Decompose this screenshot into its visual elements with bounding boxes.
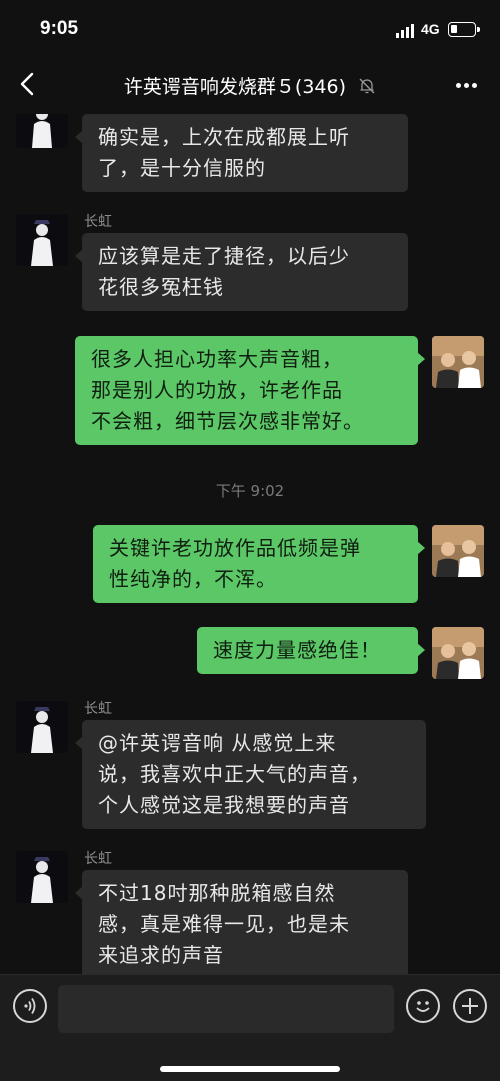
home-indicator[interactable] [160,1066,340,1072]
network-label: 4G [421,21,440,37]
message-text-line: 了，是十分信服的 [98,156,266,180]
message-timestamp: 下午 9:02 [215,482,285,500]
mute-bell-icon [359,78,375,94]
message-text-line: @许英谔音响 从感觉上来 [98,731,337,755]
my-avatar[interactable] [432,336,484,388]
more-button[interactable] [448,70,484,100]
sender-name: 长虹 [84,214,112,230]
sender-name: 长虹 [84,851,112,867]
status-time: 9:05 [40,18,79,39]
message-list[interactable]: 确实是，上次在成都展上听 了，是十分信服的 长虹 应该算是走了捷径，以后少 花很… [0,114,500,974]
emoji-button[interactable] [406,989,440,1023]
status-bar: 9:05 4G [0,0,500,56]
chat-header: 许英谔音响发烧群５(346) [0,56,500,114]
message-bubble[interactable]: 不过18吋那种脱箱感自然 感，真是难得一见，也是未 来追求的声音 [75,870,408,974]
emoji-icon [416,1001,430,1012]
message-input[interactable] [58,985,394,1033]
message-bubble[interactable]: @许英谔音响 从感觉上来 说，我喜欢中正大气的声音， 个人感觉这是我想要的声音 [75,720,426,829]
voice-icon [24,998,36,1014]
battery-icon [448,22,480,37]
voice-button[interactable] [13,989,47,1023]
plus-button[interactable] [453,989,487,1023]
sender-avatar[interactable] [16,214,68,266]
message-text-line: 不会粗，细节层次感非常好。 [91,409,364,433]
message-text-line: 感，真是难得一见，也是未 [98,912,350,936]
sender-avatar[interactable] [16,851,68,903]
message-text-line: 确实是，上次在成都展上听 [98,125,350,149]
message-bubble[interactable]: 很多人担心功率大声音粗， 那是别人的功放，许老作品 不会粗，细节层次感非常好。 [75,336,425,445]
message-text-line: 花很多冤枉钱 [98,275,224,299]
sender-name: 长虹 [84,701,112,717]
my-avatar[interactable] [432,525,484,577]
message-text-line: 速度力量感绝佳！ [213,638,381,662]
message-text-line: 很多人担心功率大声音粗， [91,347,343,371]
message-text-line: 应该算是走了捷径，以后少 [98,244,350,268]
message-text-line: 性纯净的，不浑。 [109,567,277,591]
message-bubble[interactable]: 应该算是走了捷径，以后少 花很多冤枉钱 [75,233,408,311]
message-text-line: 关键许老功放作品低频是弹 [109,536,361,560]
message-bubble[interactable]: 确实是，上次在成都展上听 了，是十分信服的 [75,114,408,192]
message-text-line: 不过18吋那种脱箱感自然 [98,881,336,905]
plus-icon [462,998,478,1014]
signal-icon [396,24,414,38]
chat-title-text: 许英谔音响发烧群５(346) [123,76,347,98]
chat-title[interactable]: 许英谔音响发烧群５(346) [0,72,500,99]
message-text-line: 个人感觉这是我想要的声音 [98,793,350,817]
my-avatar[interactable] [432,627,484,679]
input-bar [0,974,500,1081]
sender-avatar[interactable] [16,114,68,148]
message-text-line: 来追求的声音 [98,943,224,967]
message-text-line: 说，我喜欢中正大气的声音， [98,762,371,786]
sender-avatar[interactable] [16,701,68,753]
message-text-line: 那是别人的功放，许老作品 [91,378,343,402]
message-bubble[interactable]: 速度力量感绝佳！ [197,627,425,674]
message-bubble[interactable]: 关键许老功放作品低频是弹 性纯净的，不浑。 [93,525,425,603]
